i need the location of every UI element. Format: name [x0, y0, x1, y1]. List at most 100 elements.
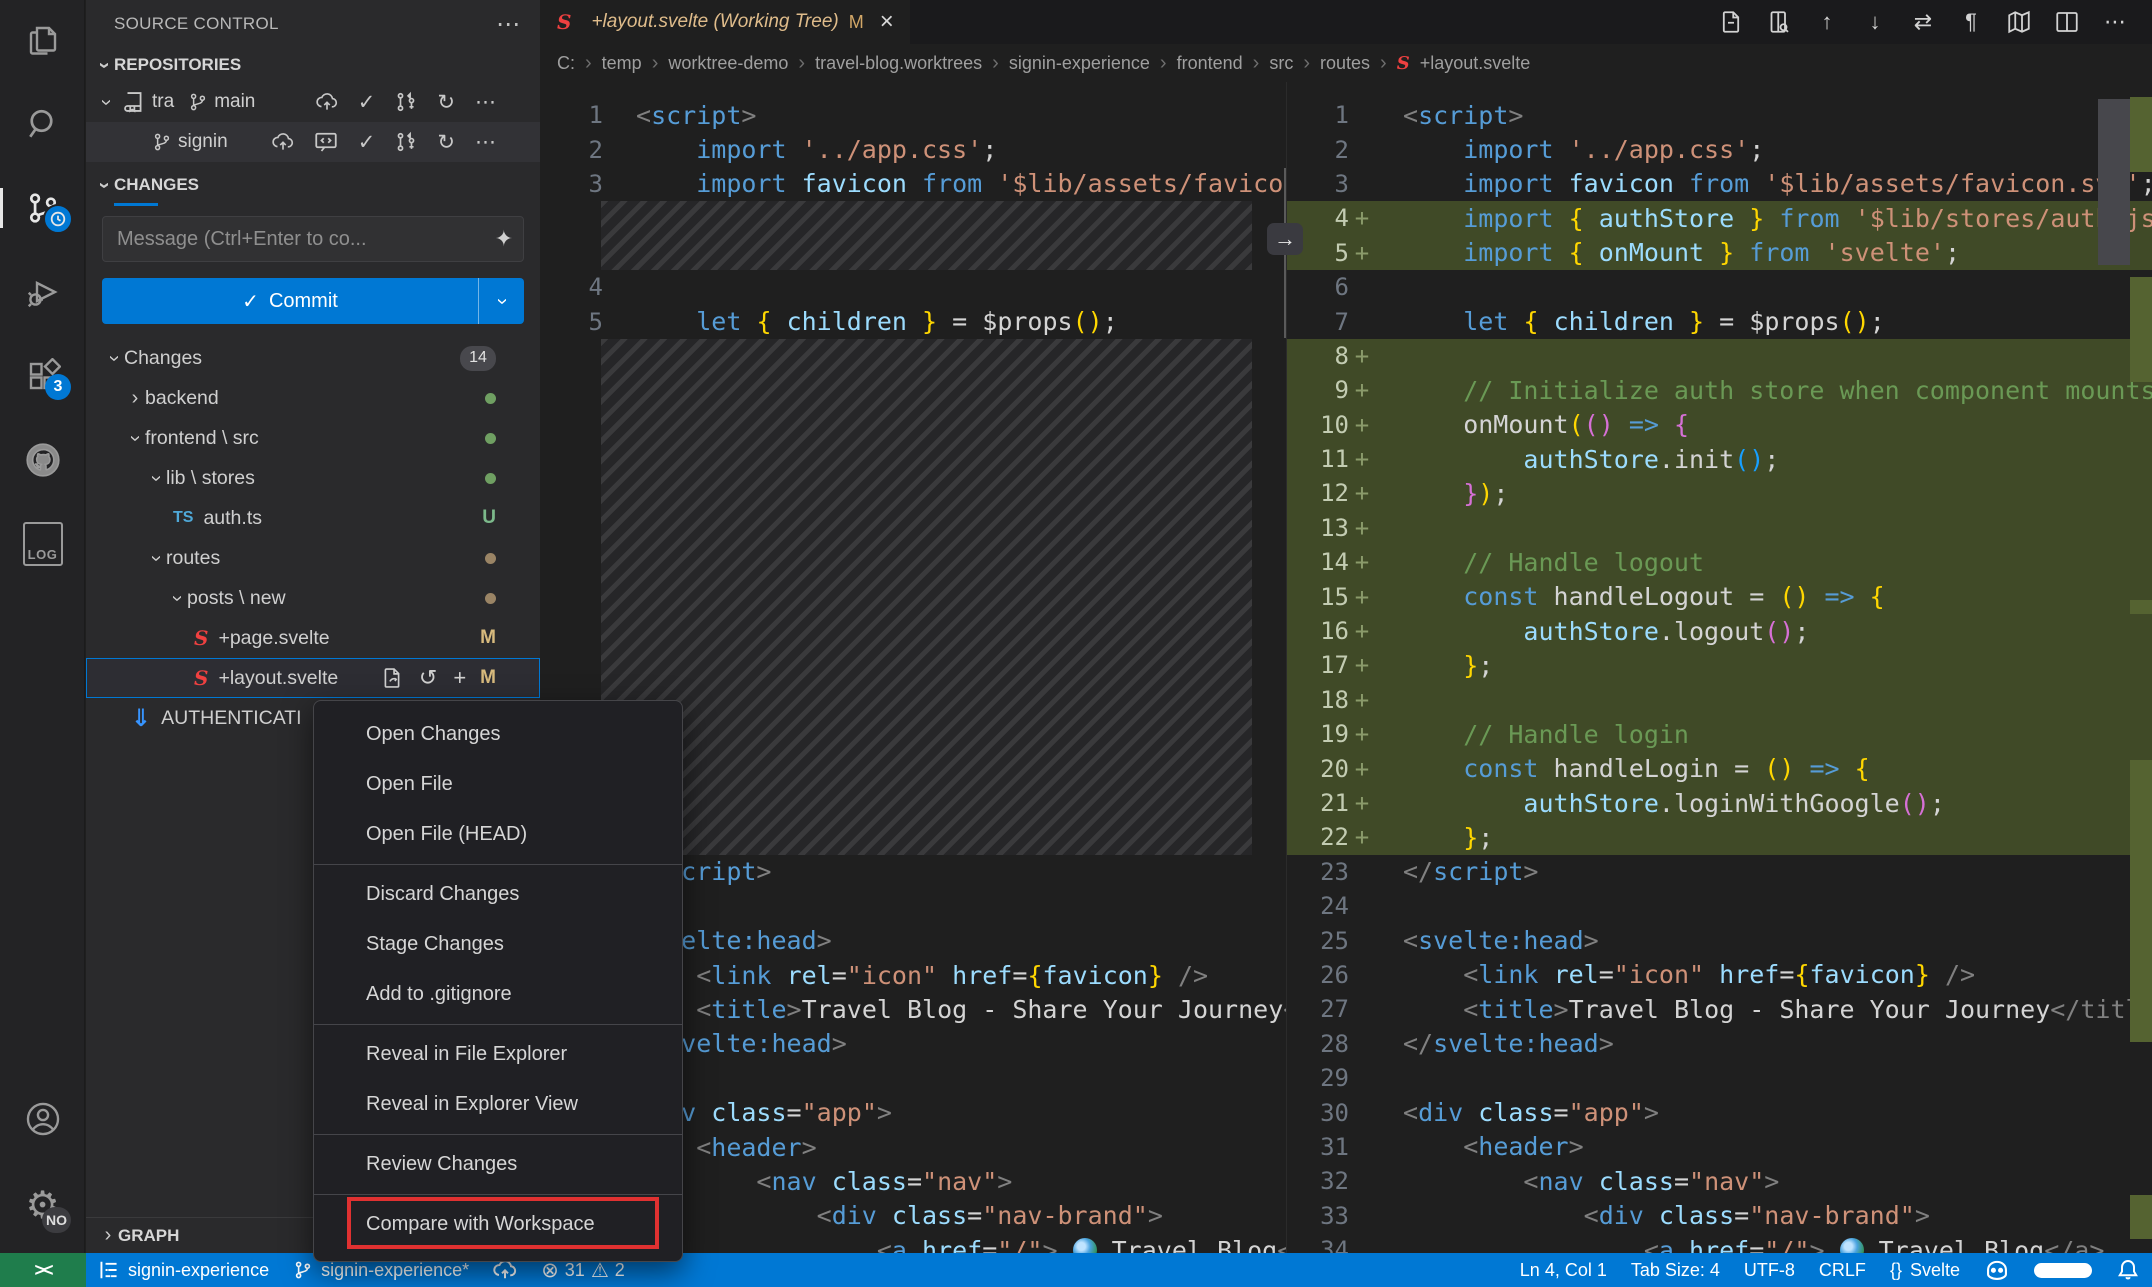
code-review-icon[interactable] [314, 130, 338, 154]
remote-indicator[interactable]: >< [0, 1253, 86, 1287]
menu-item-reveal-in-file-explorer[interactable]: Reveal in File Explorer [314, 1029, 682, 1079]
diff-added-mark [2130, 760, 2152, 1042]
tab-layout-svelte[interactable]: S +layout.svelte (Working Tree) M × [541, 0, 910, 44]
log-icon[interactable]: LOG [0, 518, 85, 570]
menu-item-discard-changes[interactable]: Discard Changes [314, 869, 682, 919]
menu-item-reveal-in-explorer-view[interactable]: Reveal in Explorer View [314, 1079, 682, 1129]
discard-icon[interactable]: ↺ [419, 665, 437, 691]
breadcrumb-separator: › [1303, 52, 1310, 75]
copilot-usage-pill[interactable] [2022, 1253, 2104, 1287]
menu-item-open-file-head-[interactable]: Open File (HEAD) [314, 809, 682, 859]
stage-icon[interactable]: + [453, 665, 466, 691]
account-icon[interactable] [0, 1093, 85, 1145]
breadcrumb-item[interactable]: C: [557, 53, 575, 74]
explorer-icon[interactable] [0, 14, 85, 66]
menu-item-review-changes[interactable]: Review Changes [314, 1139, 682, 1189]
sparkle-icon[interactable]: ✦ [495, 226, 513, 252]
whitespace-icon[interactable]: ¶ [1954, 5, 1988, 39]
commit-check-icon[interactable]: ✓ [358, 90, 376, 115]
branch-name: main [214, 91, 255, 113]
worktree-row[interactable]: signin ✓ [86, 122, 540, 162]
chevron-down-icon: › [145, 468, 168, 488]
search-icon[interactable] [0, 98, 85, 150]
worktree-more-icon[interactable]: ⋯ [475, 130, 496, 155]
commit-dropdown[interactable]: › [478, 278, 524, 324]
encoding[interactable]: UTF-8 [1732, 1253, 1807, 1287]
tree-row-routes[interactable]: ›routes [86, 538, 540, 578]
repositories-section-header[interactable]: › REPOSITORIES [86, 48, 540, 82]
next-change-icon[interactable]: ↓ [1858, 5, 1892, 39]
copilot-icon[interactable] [1972, 1253, 2022, 1287]
tab-size[interactable]: Tab Size: 4 [1619, 1253, 1732, 1287]
commit-message-input[interactable] [103, 228, 523, 251]
open-file-icon[interactable] [1714, 5, 1748, 39]
close-icon[interactable]: × [880, 8, 894, 36]
sidebar-more-icon[interactable]: ⋯ [496, 10, 520, 39]
diff-added-mark [2130, 600, 2152, 614]
code-line: 34 <a href="/"> Travel Blog</a> [1287, 1233, 2152, 1253]
menu-item-open-file[interactable]: Open File [314, 759, 682, 809]
breadcrumb-item[interactable]: travel-blog.worktrees [815, 53, 982, 74]
code-line: 19+ // Handle login [1287, 717, 2152, 751]
cursor-position[interactable]: Ln 4, Col 1 [1508, 1253, 1619, 1287]
commit-button[interactable]: ✓ Commit › [102, 278, 524, 324]
menu-item-stage-changes[interactable]: Stage Changes [314, 919, 682, 969]
breadcrumb-item[interactable]: signin-experience [1009, 53, 1150, 74]
breadcrumb-item[interactable]: frontend [1177, 53, 1243, 74]
worktree-status-item[interactable]: signin-experience [86, 1253, 281, 1287]
settings-gear-icon[interactable]: ⚙ NO [0, 1179, 85, 1231]
code-line: 31 <header> [1287, 1130, 2152, 1164]
source-control-icon[interactable] [0, 182, 85, 234]
tab-label: +layout.svelte (Working Tree) [591, 11, 838, 33]
notifications-bell-icon[interactable] [2104, 1253, 2152, 1287]
breadcrumb-item[interactable]: routes [1320, 53, 1370, 74]
extensions-icon[interactable]: 3 [0, 350, 85, 402]
code-line: 21+ authStore.loginWithGoogle(); [1287, 786, 2152, 820]
refresh-icon[interactable]: ↻ [437, 130, 455, 155]
run-debug-icon[interactable] [0, 266, 85, 318]
create-pr-icon[interactable] [395, 91, 417, 113]
swap-sides-icon[interactable]: ⇄ [1906, 5, 1940, 39]
tree-row-lib-stores[interactable]: ›lib \ stores [86, 458, 540, 498]
repo-more-icon[interactable]: ⋯ [475, 90, 496, 115]
diff-modified-pane[interactable]: 1<script>2 import '../app.css';3 import … [1287, 82, 2152, 1253]
tree-item-label: routes [166, 547, 220, 570]
menu-item-open-changes[interactable]: Open Changes [314, 709, 682, 759]
publish-icon[interactable] [272, 131, 294, 153]
tree-row-auth-ts[interactable]: TSauth.tsU [86, 498, 540, 538]
code-line: 12+ }); [1287, 476, 2152, 510]
tree-row--layout-svelte[interactable]: S+layout.svelte↺+M [86, 658, 540, 698]
refresh-icon[interactable]: ↻ [437, 90, 455, 115]
open-file-icon[interactable] [381, 667, 403, 689]
scrollbar-thumb[interactable] [2098, 99, 2130, 265]
menu-item-compare-with-workspace[interactable]: Compare with Workspace [314, 1199, 682, 1249]
split-editor-icon[interactable] [2050, 5, 2084, 39]
code-line: 14+ // Handle logout [1287, 545, 2152, 579]
revert-arrow-button[interactable]: → [1267, 223, 1303, 255]
tree-row-posts-new[interactable]: ›posts \ new [86, 578, 540, 618]
diff-editor: 1<script>2 import '../app.css';3 import … [541, 82, 2152, 1253]
breadcrumb-item[interactable]: +layout.svelte [1420, 53, 1531, 74]
commit-check-icon[interactable]: ✓ [358, 130, 376, 155]
tree-item-label: lib \ stores [166, 467, 255, 490]
eol-sequence[interactable]: CRLF [1807, 1253, 1878, 1287]
tree-row-changes[interactable]: ›Changes14 [86, 338, 540, 378]
menu-item-add-to-gitignore[interactable]: Add to .gitignore [314, 969, 682, 1019]
breadcrumb-item[interactable]: temp [602, 53, 642, 74]
create-pr-icon[interactable] [395, 131, 417, 153]
word-wrap-map-icon[interactable] [2002, 5, 2036, 39]
inline-view-icon[interactable] [1762, 5, 1796, 39]
tree-row--page-svelte[interactable]: S+page.svelteM [86, 618, 540, 658]
changes-section-header[interactable]: › CHANGES [86, 168, 540, 202]
breadcrumb-item[interactable]: src [1269, 53, 1293, 74]
github-icon[interactable] [0, 434, 85, 486]
editor-more-icon[interactable]: ⋯ [2098, 5, 2132, 39]
language-mode[interactable]: {} Svelte [1878, 1253, 1972, 1287]
repository-row[interactable]: › tra main ✓ [86, 82, 540, 122]
publish-icon[interactable] [316, 91, 338, 113]
code-line: 5+ import { onMount } from 'svelte'; [1287, 236, 2152, 270]
tree-row-frontend-src[interactable]: ›frontend \ src [86, 418, 540, 458]
breadcrumb-item[interactable]: worktree-demo [668, 53, 788, 74]
previous-change-icon[interactable]: ↑ [1810, 5, 1844, 39]
tree-row-backend[interactable]: ›backend [86, 378, 540, 418]
